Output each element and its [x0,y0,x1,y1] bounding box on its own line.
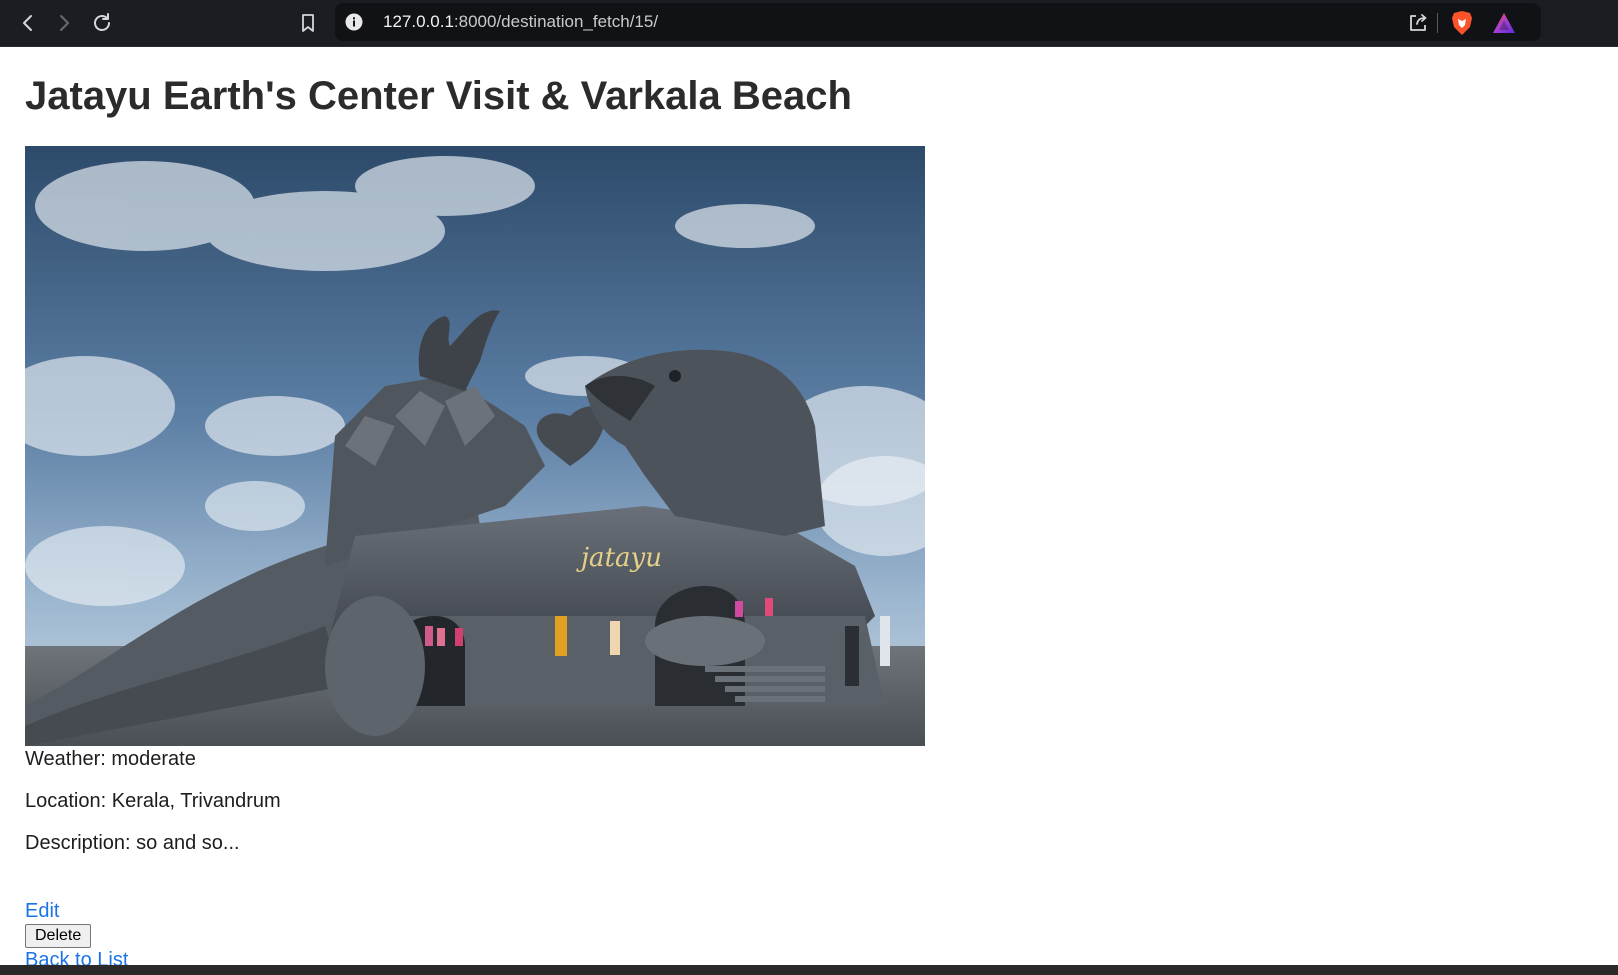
page-content: Jatayu Earth's Center Visit & Varkala Be… [0,47,1618,967]
page-title: Jatayu Earth's Center Visit & Varkala Be… [25,74,852,118]
reload-icon [94,13,110,31]
location-text: Location: Kerala, Trivandrum [25,790,281,812]
delete-button[interactable]: Delete [25,924,92,948]
address-bar[interactable]: 127.0.0.1:8000/destination_fetch/15/ [335,3,1541,41]
brave-rewards-button[interactable] [1488,7,1520,39]
brave-shields-button[interactable] [1446,7,1478,39]
back-button[interactable] [12,7,44,39]
bookmark-button[interactable] [292,7,324,39]
info-icon[interactable] [345,13,363,31]
brave-shields-icon [1452,11,1472,35]
url-host: 127.0.0.1 [383,12,454,31]
reload-button[interactable] [86,7,118,39]
browser-toolbar: 127.0.0.1:8000/destination_fetch/15/ [0,0,1618,47]
photo-sign-text: jatayu [576,543,662,573]
weather-text: Weather: moderate [25,748,196,770]
description-text: Description: so and so... [25,832,240,854]
taskbar-edge [0,965,1618,975]
bookmark-icon [302,14,314,32]
forward-arrow-icon [60,15,69,31]
url-text[interactable]: 127.0.0.1:8000/destination_fetch/15/ [383,3,658,41]
toolbar-divider [1437,13,1438,33]
forward-button[interactable] [48,7,80,39]
destination-photo: jatayu [25,146,925,746]
edit-link[interactable]: Edit [25,899,59,923]
share-button[interactable] [1402,7,1434,39]
share-icon [1410,14,1427,31]
url-path: :8000/destination_fetch/15/ [453,12,659,31]
brave-rewards-icon [1493,13,1515,33]
back-arrow-icon [23,15,32,31]
